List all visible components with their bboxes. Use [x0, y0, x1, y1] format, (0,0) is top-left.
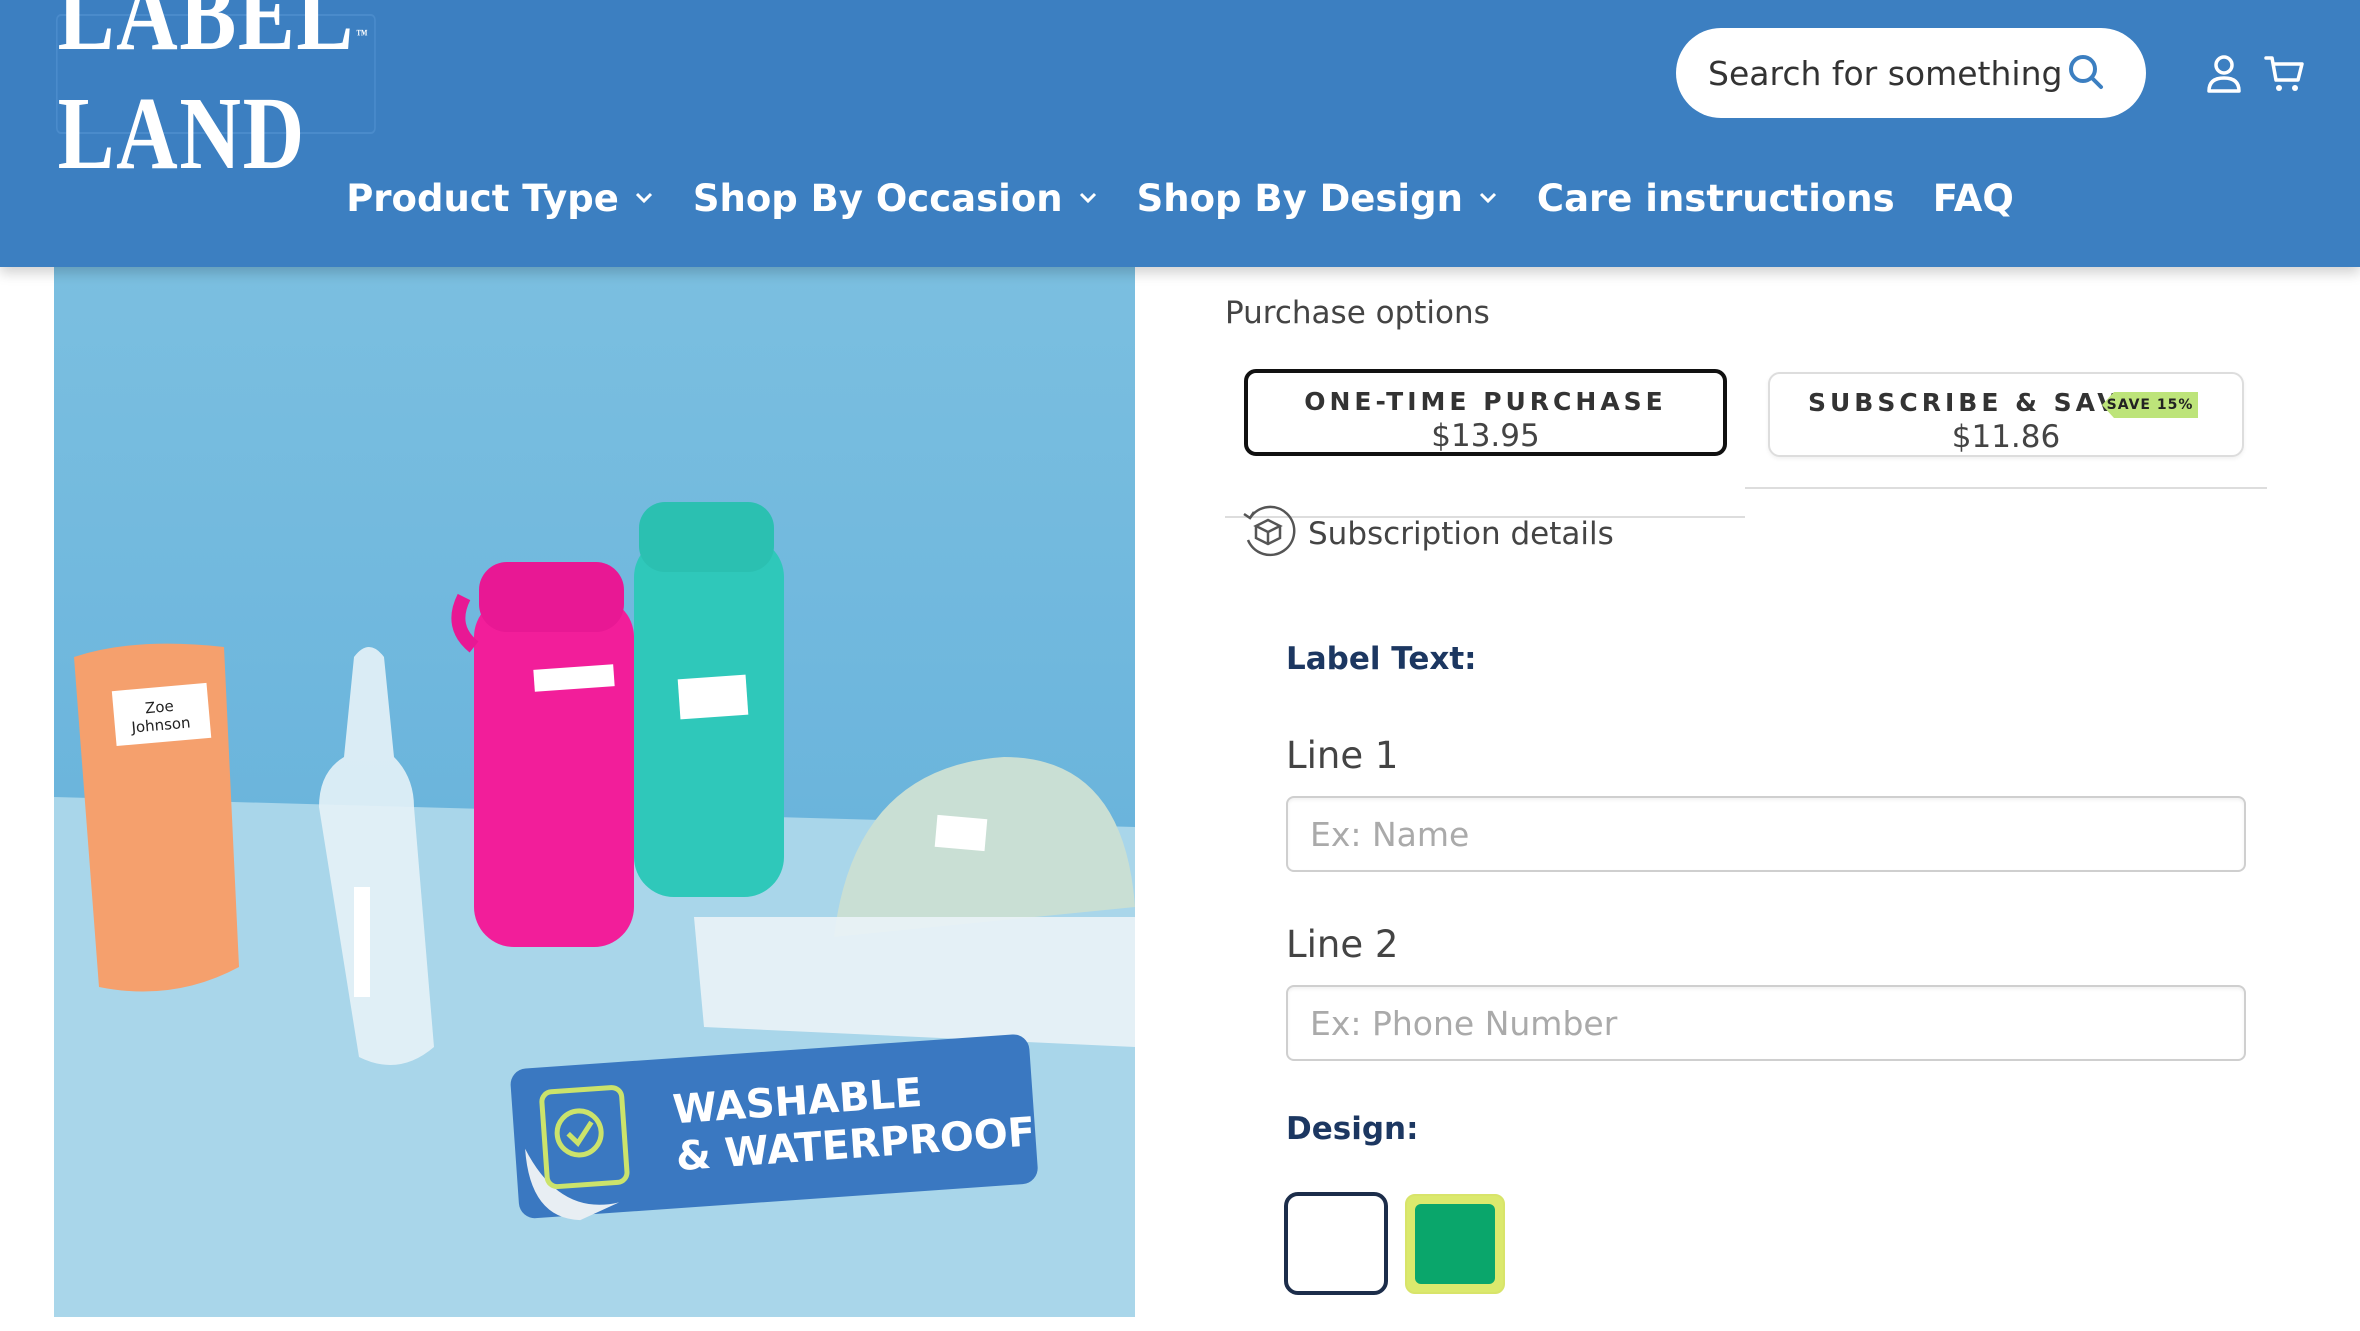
search-box — [1676, 28, 2146, 118]
save-badge: SAVE 15% — [2102, 392, 2198, 418]
search-input[interactable] — [1706, 52, 2070, 94]
nav-shop-by-design[interactable]: Shop By Design — [1137, 177, 1499, 220]
subscription-box-icon — [1243, 505, 1296, 557]
design-heading: Design: — [1286, 1111, 1419, 1147]
divider — [1745, 487, 2267, 489]
line-2-input[interactable] — [1288, 987, 2244, 1059]
site-header: LABEL LAND ™ Product Type Shop By Occasi… — [0, 0, 2360, 267]
nav-faq[interactable]: FAQ — [1933, 177, 2014, 220]
line-1-input[interactable] — [1288, 798, 2244, 870]
nav-shop-by-occasion[interactable]: Shop By Occasion — [693, 177, 1099, 220]
one-time-purchase-option[interactable]: ONE-TIME PURCHASE $13.95 — [1244, 369, 1727, 456]
pink-bottle — [474, 597, 634, 947]
nav-product-type[interactable]: Product Type — [346, 177, 655, 220]
line-1-field — [1286, 796, 2246, 872]
search-icon[interactable] — [2066, 52, 2106, 92]
line-2-label: Line 2 — [1286, 923, 1399, 966]
option-price: $11.86 — [1951, 419, 2061, 455]
bowl-label — [934, 814, 988, 852]
chevron-down-icon — [635, 192, 652, 204]
logo-text: LABEL LAND — [57, 0, 351, 191]
product-photo-illustration: Zoe Johnson WASHABLE & WATERPROOF — [54, 502, 1135, 1317]
line-2-field — [1286, 985, 2246, 1061]
chevron-down-icon — [1479, 192, 1496, 204]
label-text-heading: Label Text: — [1286, 641, 1477, 677]
clear-container — [694, 917, 1135, 1047]
account-icon[interactable] — [2206, 54, 2242, 94]
main-nav: Product Type Shop By Occasion Shop By De… — [0, 168, 2360, 228]
purchase-options-title: Purchase options — [1225, 295, 1490, 331]
line-1-label: Line 1 — [1286, 734, 1399, 777]
subscription-details-link[interactable]: Subscription details — [1308, 516, 1614, 552]
design-swatch-white[interactable] — [1284, 1192, 1388, 1295]
product-image: Zoe Johnson WASHABLE & WATERPROOF — [54, 267, 1135, 1317]
cart-icon[interactable] — [2264, 54, 2304, 94]
chevron-down-icon — [1079, 192, 1096, 204]
swatch-fill — [1415, 1204, 1495, 1284]
option-price: $13.95 — [1431, 418, 1540, 454]
option-label: ONE-TIME PURCHASE — [1304, 387, 1667, 416]
bottle-label — [354, 887, 370, 997]
design-swatch-green[interactable] — [1405, 1194, 1505, 1294]
teal-bottle-label — [677, 674, 749, 720]
label-land-logo[interactable]: LABEL LAND ™ — [56, 0, 376, 191]
nav-care-instructions[interactable]: Care instructions — [1537, 177, 1895, 220]
